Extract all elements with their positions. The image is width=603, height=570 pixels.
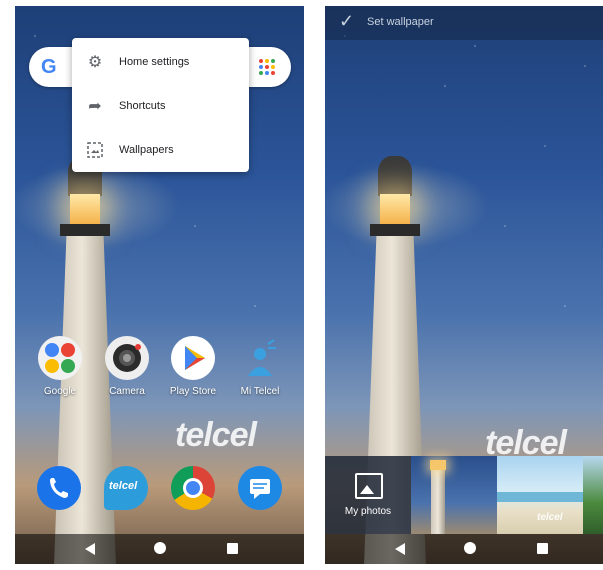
back-icon[interactable]	[85, 543, 95, 555]
app-dots-icon[interactable]	[259, 59, 275, 75]
home-context-menu: ⚙ Home settings ➦ Shortcuts Wallpapers	[72, 38, 249, 172]
arrow-icon: ➦	[88, 98, 102, 115]
telcel-app-icon[interactable]: telcel	[104, 466, 148, 510]
telcel-watermark: telcel	[175, 416, 257, 454]
my-photos-label: My photos	[344, 506, 392, 517]
mi-telcel-icon	[238, 336, 282, 380]
check-icon: ✓	[339, 11, 355, 31]
app-label: Camera	[109, 386, 145, 397]
menu-item-label: Wallpapers	[119, 144, 174, 156]
wallpaper-icon	[85, 140, 105, 160]
app-mi-telcel[interactable]: Mi Telcel	[228, 336, 292, 397]
telcel-badge-text: telcel	[109, 480, 138, 492]
gear-icon: ⚙	[87, 54, 103, 71]
navigation-bar	[15, 534, 304, 564]
recents-icon[interactable]	[227, 543, 238, 554]
google-folder-icon	[38, 336, 82, 380]
photos-icon	[355, 473, 383, 499]
app-label: Google	[43, 386, 77, 397]
home-icon[interactable]	[464, 542, 476, 554]
recents-icon[interactable]	[537, 543, 548, 554]
wallpaper-thumbnail-tray: My photos telcel	[325, 456, 603, 534]
app-google[interactable]: Google	[28, 336, 92, 397]
back-icon[interactable]	[395, 543, 405, 555]
chrome-icon[interactable]	[171, 466, 215, 510]
navigation-bar	[325, 534, 603, 564]
phone-app-icon[interactable]	[37, 466, 81, 510]
google-g-icon: G	[41, 56, 57, 78]
my-photos-button[interactable]: My photos	[325, 456, 411, 534]
home-icon[interactable]	[154, 542, 166, 554]
app-play-store[interactable]: Play Store	[161, 336, 225, 397]
menu-item-label: Home settings	[119, 56, 190, 68]
set-wallpaper-label: Set wallpaper	[367, 16, 434, 28]
wallpaper-thumb-beach[interactable]: telcel	[497, 456, 583, 534]
menu-item-home-settings[interactable]: ⚙ Home settings	[72, 40, 249, 84]
messages-icon[interactable]	[238, 466, 282, 510]
app-label: Mi Telcel	[240, 386, 280, 397]
wallpaper-picker-screen: telcel ✓ Set wallpaper My photos telcel	[325, 6, 603, 564]
play-store-icon	[171, 336, 215, 380]
wallpaper-thumb-palm[interactable]	[583, 456, 603, 534]
thumb-watermark: telcel	[537, 512, 563, 523]
camera-icon	[105, 336, 149, 380]
app-camera[interactable]: Camera	[95, 336, 159, 397]
wallpaper-thumb-lighthouse[interactable]	[411, 456, 497, 534]
set-wallpaper-bar[interactable]: ✓ Set wallpaper	[325, 6, 603, 40]
app-label: Play Store	[169, 386, 217, 397]
menu-item-label: Shortcuts	[119, 100, 166, 112]
menu-item-wallpapers[interactable]: Wallpapers	[72, 128, 249, 172]
menu-item-shortcuts[interactable]: ➦ Shortcuts	[72, 84, 249, 128]
home-screen: telcel G ⚙ Home settings ➦ Shortcuts Wal…	[15, 6, 304, 564]
